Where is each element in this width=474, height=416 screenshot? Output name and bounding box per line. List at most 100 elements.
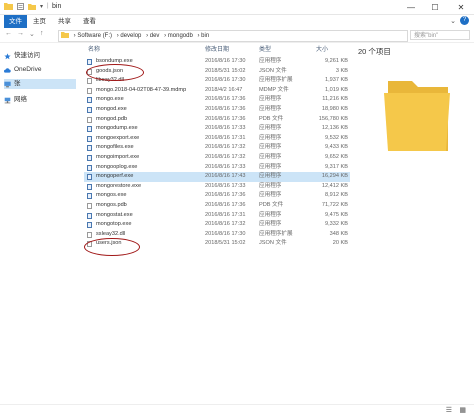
file-icon [87,78,92,85]
file-date: 2016/8/16 17:33 [205,125,246,132]
file-size: 8,912 KB [324,192,348,199]
tab-file[interactable]: 文件 [4,15,27,28]
breadcrumb-software[interactable]: Software (F:) [77,33,112,39]
address-row: ← → ⌄ ↑ › Software (F:) › develop › dev … [0,29,474,43]
file-type: 应用程序 [259,106,282,112]
tab-share[interactable]: 共享 [53,15,76,28]
file-type: JSON 文件 [259,67,287,74]
breadcrumb-separator: › [164,33,167,39]
file-row[interactable]: mongod.exe 2016/8/16 17:36 应用程序 18,980 KB [84,105,350,115]
file-size: 9,261 KB [324,58,348,64]
column-header-type[interactable]: 类型 [259,44,271,53]
file-date: 2016/8/16 17:33 [205,182,246,189]
file-type: 应用程序 [259,144,282,151]
new-folder-icon[interactable] [28,3,36,10]
file-type: 应用程序 [259,182,282,189]
column-header-size[interactable]: 大小 [316,44,328,53]
close-button[interactable]: ✕ [450,0,472,14]
file-size: 71,722 KB [321,202,348,208]
file-type: 应用程序 [259,58,282,64]
file-date: 2018/4/2 16:47 [205,86,243,93]
file-name: mongostat.exe [96,211,133,218]
expand-ribbon-icon[interactable]: ⌄ [450,17,456,25]
sidebar-item-user[interactable]: 张 [4,79,76,89]
file-row[interactable]: mongoimport.exe 2016/8/16 17:32 应用程序 9,652 … [84,153,350,163]
file-row[interactable]: mongodump.exe 2016/8/16 17:33 应用程序 12,136 K… [84,124,350,134]
breadcrumb-separator: › [73,33,76,39]
file-date: 2016/8/16 17:36 [205,96,246,103]
column-header-name[interactable]: 名称 [88,44,100,53]
application-icon [87,222,92,229]
navigation-pane: 快速访问 OneDrive 张 网络 [0,43,78,373]
file-date: 2016/8/16 17:36 [205,106,246,112]
file-row[interactable]: mongooplog.exe 2016/8/16 17:33 应用程序 9,317 K… [84,163,350,173]
file-row[interactable]: mongoperf.exe 2016/8/16 17:43 应用程序 16,294 K… [84,172,350,182]
file-size: 9,433 KB [324,144,348,151]
file-row[interactable]: mongo.exe 2016/8/16 17:36 应用程序 11,216 KB [84,95,350,105]
file-date: 2018/5/31 15:02 [205,67,246,74]
file-name: mongorestore.exe [96,182,142,189]
customize-toolbar-chevron-icon[interactable]: ▾ [40,3,43,10]
properties-icon[interactable] [17,2,24,10]
search-placeholder: 搜索"bin" [414,33,439,39]
column-header-date[interactable]: 修改日期 [205,44,229,53]
maximize-button[interactable]: ☐ [424,0,446,14]
folder-icon [4,3,13,10]
file-row[interactable]: mongo.2018-04-02T08-47-39.mdmp 2018/4/2 1… [84,86,350,96]
file-name: mongos.exe [96,192,127,199]
minimize-button[interactable]: — [400,0,422,14]
up-button[interactable]: ↑ [40,30,44,37]
file-type: 应用程序 [259,96,282,103]
file-icon [87,203,92,209]
details-view-icon[interactable]: ☰ [446,406,452,414]
application-icon [87,193,92,200]
file-row[interactable]: mongos.pdb 2016/8/16 17:36 PDB 文件 71,722 KB [84,201,350,211]
file-name: mongotop.exe [96,221,132,228]
file-size: 156,780 KB [318,115,348,122]
file-type: MDMP 文件 [259,86,289,93]
back-button[interactable]: ← [5,30,12,37]
file-type: 应用程序 [259,221,282,228]
file-type: 应用程序 [259,134,282,141]
file-size: 11,216 KB [322,96,348,103]
file-date: 2016/8/16 17:31 [205,211,246,218]
application-icon [87,59,92,65]
breadcrumb-mongodb[interactable]: mongodb [168,33,193,39]
sidebar-item-quick-access[interactable]: 快速访问 [4,51,40,61]
search-input[interactable]: 搜索"bin" [410,30,470,40]
file-row[interactable]: mongos.exe 2016/8/16 17:36 应用程序 8,912 KB [84,191,350,201]
breadcrumb-separator: › [116,33,119,39]
file-size: 9,652 KB [324,154,348,160]
file-icon [87,87,92,94]
breadcrumb-develop[interactable]: develop [120,33,141,39]
file-row[interactable]: mongostat.exe 2016/8/16 17:31 应用程序 9,475 KB [84,211,350,221]
large-icons-view-icon[interactable]: ▦ [459,406,466,414]
file-name: mongodump.exe [96,125,138,132]
file-name: mongos.pdb [96,202,127,208]
tab-home[interactable]: 主页 [28,15,51,28]
address-bar[interactable]: › Software (F:) › develop › dev › mongod… [58,30,408,42]
file-name: mongo.exe [96,96,124,103]
file-date: 2016/8/16 17:31 [205,134,246,141]
sidebar-item-onedrive[interactable]: OneDrive [4,65,41,75]
tab-view[interactable]: 查看 [78,15,101,28]
forward-button[interactable]: → [17,30,24,37]
user-icon [4,81,11,87]
sidebar-item-network[interactable]: 网络 [4,95,27,105]
file-size: 1,937 KB [324,77,348,84]
application-icon [87,183,92,190]
breadcrumb-bin[interactable]: bin [201,33,209,39]
file-size: 18,980 KB [321,106,348,112]
help-icon[interactable]: ? [460,16,469,25]
file-row[interactable]: mongod.pdb 2016/8/16 17:36 PDB 文件 156,780 K… [84,115,350,125]
file-row[interactable]: mongoexport.exe 2016/8/16 17:31 应用程序 9,532 … [84,134,350,144]
recent-locations-button[interactable]: ⌄ [29,30,35,38]
network-icon [4,97,11,103]
breadcrumb-dev[interactable]: dev [150,33,160,39]
file-row[interactable]: mongorestore.exe 2016/8/16 17:33 应用程序 12,41… [84,182,350,192]
file-size: 9,317 KB [324,163,348,170]
file-row[interactable]: mongofiles.exe 2016/8/16 17:32 应用程序 9,433 K… [84,143,350,153]
file-row[interactable]: mongotop.exe 2016/8/16 17:32 应用程序 9,332 KB [84,220,350,230]
file-size: 9,475 KB [324,211,348,218]
preview-pane: 20 个项目 [356,43,474,373]
